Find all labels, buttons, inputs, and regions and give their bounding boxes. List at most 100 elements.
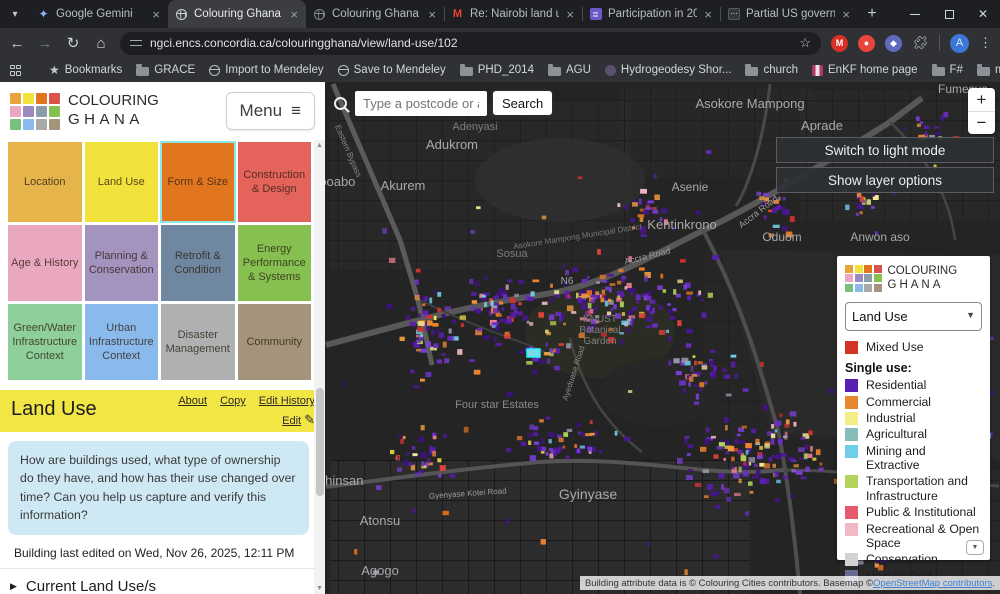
map-building[interactable] (723, 458, 726, 461)
map-building[interactable] (777, 205, 781, 208)
map-building[interactable] (496, 293, 501, 296)
map-building[interactable] (476, 308, 482, 313)
map-building[interactable] (857, 205, 864, 210)
map-building[interactable] (695, 372, 702, 375)
map-building[interactable] (689, 376, 693, 382)
map-building[interactable] (715, 505, 721, 509)
extensions-puzzle-icon[interactable]: 🧩︎ (912, 35, 929, 52)
tile-planning-conservation[interactable]: Planning & Conservation (85, 225, 159, 301)
map-building[interactable] (533, 432, 538, 436)
map-building[interactable] (936, 131, 941, 135)
map-building[interactable] (904, 127, 907, 130)
tile-community[interactable]: Community (238, 304, 312, 380)
map-building[interactable] (549, 453, 553, 458)
map-building[interactable] (605, 287, 612, 291)
map-building[interactable] (600, 275, 606, 279)
map-building[interactable] (559, 316, 562, 321)
map-building[interactable] (617, 203, 620, 207)
map-building[interactable] (528, 441, 531, 445)
map-building[interactable] (991, 390, 994, 396)
map-building[interactable] (733, 473, 739, 479)
map-building[interactable] (549, 314, 555, 320)
map-building[interactable] (763, 193, 769, 197)
map-building[interactable] (721, 484, 724, 490)
map-building[interactable] (610, 283, 616, 286)
map-building[interactable] (499, 319, 505, 323)
map-building[interactable] (546, 452, 549, 456)
map-building[interactable] (684, 569, 687, 575)
map-building[interactable] (653, 207, 657, 210)
map-building[interactable] (670, 316, 675, 320)
reload-icon[interactable]: ↻ (64, 34, 82, 52)
map-building[interactable] (474, 370, 481, 375)
window-close-button[interactable]: ✕ (966, 0, 1000, 28)
map-building[interactable] (484, 277, 487, 280)
browser-menu-icon[interactable]: ⋮ (979, 35, 992, 51)
map-building[interactable] (620, 339, 624, 345)
map-building[interactable] (413, 453, 418, 456)
map-building[interactable] (444, 358, 449, 363)
map-building[interactable] (503, 294, 508, 299)
map-building[interactable] (694, 385, 698, 388)
map-building[interactable] (475, 281, 480, 286)
browser-tab[interactable]: ⋯Partial US government× (720, 0, 858, 28)
map-building[interactable] (518, 351, 524, 354)
map-building[interactable] (682, 358, 689, 363)
map-building[interactable] (708, 293, 713, 298)
map-building[interactable] (632, 202, 638, 206)
map-building[interactable] (450, 474, 456, 478)
map-building[interactable] (798, 447, 805, 452)
map-building[interactable] (471, 306, 474, 311)
map-building[interactable] (437, 308, 441, 313)
map-building[interactable] (507, 279, 512, 282)
map-building[interactable] (581, 306, 588, 310)
map-building[interactable] (559, 343, 565, 346)
map-building[interactable] (801, 437, 806, 440)
map-building[interactable] (443, 342, 447, 348)
map-building[interactable] (587, 290, 592, 295)
map-building[interactable] (436, 329, 440, 334)
map-building[interactable] (630, 218, 635, 222)
browser-tab[interactable]: MRe: Nairobi land use da× (444, 0, 582, 28)
map-building[interactable] (389, 258, 395, 263)
bookmark-item[interactable]: Import to Mendeley (209, 64, 323, 76)
map-building[interactable] (750, 491, 754, 494)
map-building[interactable] (506, 285, 509, 290)
map-building[interactable] (618, 269, 623, 272)
map-building[interactable] (541, 539, 546, 545)
map-building[interactable] (545, 417, 550, 420)
map-building[interactable] (624, 437, 631, 442)
map-building[interactable] (567, 429, 572, 432)
map-building[interactable] (602, 280, 608, 283)
map-building[interactable] (717, 446, 724, 449)
map-building[interactable] (628, 390, 632, 393)
map-building[interactable] (572, 268, 578, 273)
map-building[interactable] (627, 288, 634, 291)
map-building[interactable] (707, 484, 713, 490)
map-building[interactable] (636, 295, 641, 301)
legend-collapse-button[interactable]: ▼ (966, 540, 984, 555)
scroll-up-icon[interactable]: ▲ (314, 140, 325, 151)
map-building[interactable] (421, 425, 425, 430)
map-building[interactable] (696, 394, 699, 400)
map-building[interactable] (680, 259, 686, 262)
map-building[interactable] (768, 210, 772, 213)
map-building[interactable] (724, 488, 730, 494)
tile-location[interactable]: Location (8, 142, 82, 222)
browser-tab[interactable]: Colouring Ghana× (168, 0, 306, 28)
map-building[interactable] (518, 302, 522, 305)
map-building[interactable] (726, 394, 732, 397)
map-building[interactable] (460, 315, 466, 319)
scroll-down-icon[interactable]: ▼ (314, 583, 325, 594)
map-building[interactable] (620, 302, 624, 308)
legend-category-select[interactable]: Land Use (845, 302, 982, 331)
map-building[interactable] (779, 414, 782, 418)
map-building[interactable] (433, 343, 438, 348)
map-building[interactable] (530, 455, 537, 461)
map-building[interactable] (517, 436, 522, 440)
map-building[interactable] (782, 209, 789, 215)
map-building[interactable] (422, 303, 425, 306)
map-building[interactable] (772, 455, 778, 459)
map-building[interactable] (773, 225, 780, 228)
map-building[interactable] (649, 300, 653, 304)
